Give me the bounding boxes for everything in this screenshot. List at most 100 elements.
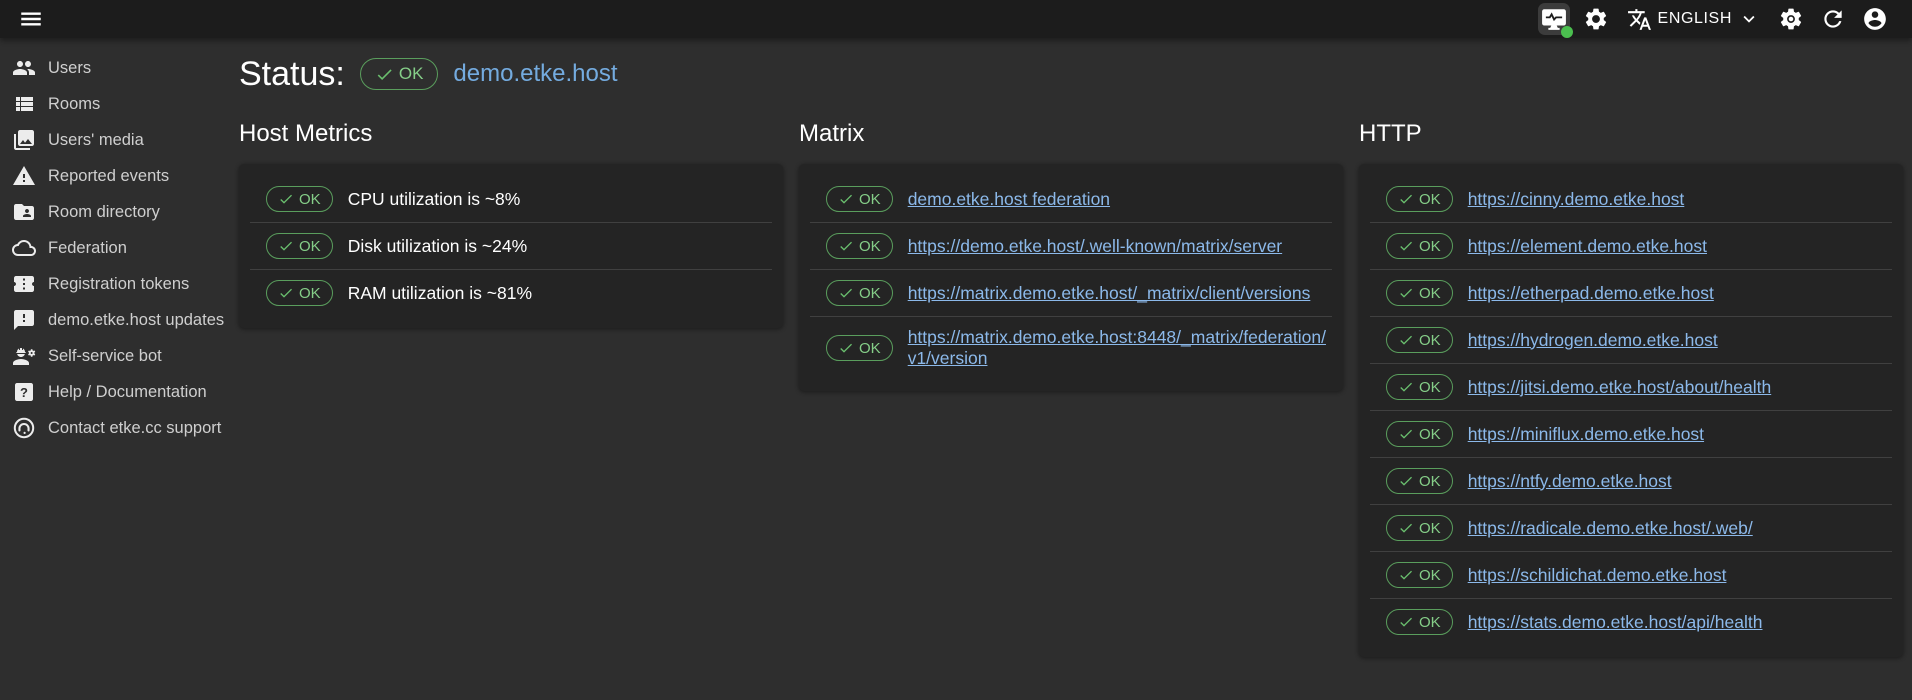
- help-icon: ?: [12, 380, 36, 404]
- check-icon: [1398, 379, 1414, 395]
- sidebar-item-label: Registration tokens: [48, 275, 189, 294]
- service-link[interactable]: https://stats.demo.etke.host/api/health: [1468, 612, 1763, 633]
- ok-chip: OK: [1386, 233, 1453, 259]
- sidebar-item-help-documentation[interactable]: ? Help / Documentation: [0, 374, 220, 410]
- status-row-item: OK https://ntfy.demo.etke.host: [1359, 458, 1903, 504]
- check-icon: [1398, 238, 1414, 254]
- ok-chip: OK: [1386, 327, 1453, 353]
- language-selector[interactable]: ENGLISH: [1625, 3, 1762, 35]
- ok-chip: OK: [826, 233, 893, 259]
- check-icon: [838, 238, 854, 254]
- status-ok-badge: OK: [360, 58, 439, 90]
- server-health-button[interactable]: [1538, 3, 1570, 35]
- sidebar-item-contact-etke-cc-support[interactable]: Contact etke.cc support: [0, 410, 220, 446]
- status-row-item: OK https://miniflux.demo.etke.host: [1359, 411, 1903, 457]
- status-host-link[interactable]: demo.etke.host: [453, 60, 617, 88]
- section-title: Matrix: [799, 120, 1343, 148]
- menu-icon: [18, 6, 44, 32]
- users-icon: [12, 56, 36, 80]
- check-icon: [1398, 473, 1414, 489]
- service-link[interactable]: https://matrix.demo.etke.host:8448/_matr…: [908, 327, 1326, 369]
- check-icon: [1398, 614, 1414, 630]
- main-content: Status: OK demo.etke.host Host Metrics O…: [220, 38, 1912, 700]
- check-icon: [1398, 332, 1414, 348]
- status-row-item: OK https://matrix.demo.etke.host:8448/_m…: [799, 317, 1343, 379]
- sidebar-item-registration-tokens[interactable]: Registration tokens: [0, 266, 220, 302]
- registration-tokens-icon: [12, 272, 36, 296]
- ok-chip-label: OK: [1419, 426, 1441, 443]
- status-row-item: OK https://element.demo.etke.host: [1359, 223, 1903, 269]
- refresh-button[interactable]: [1817, 3, 1849, 35]
- section-title: HTTP: [1359, 120, 1903, 148]
- ok-chip: OK: [1386, 280, 1453, 306]
- service-link[interactable]: https://schildichat.demo.etke.host: [1468, 565, 1727, 586]
- ok-chip: OK: [266, 280, 333, 306]
- gear-icon: [1583, 6, 1609, 32]
- ok-chip-label: OK: [1419, 614, 1441, 631]
- service-link[interactable]: https://matrix.demo.etke.host/_matrix/cl…: [908, 283, 1311, 304]
- sidebar-item-label: Contact etke.cc support: [48, 419, 221, 438]
- sidebar-item-label: Reported events: [48, 167, 169, 186]
- metric-text: RAM utilization is ~81%: [348, 283, 532, 304]
- ok-chip-label: OK: [1419, 567, 1441, 584]
- check-icon: [838, 285, 854, 301]
- sidebar-item-users-media[interactable]: Users' media: [0, 122, 220, 158]
- service-link[interactable]: https://demo.etke.host/.well-known/matri…: [908, 236, 1282, 257]
- contact-support-icon: [12, 416, 36, 440]
- service-link[interactable]: demo.etke.host federation: [908, 189, 1110, 210]
- service-link[interactable]: https://jitsi.demo.etke.host/about/healt…: [1468, 377, 1772, 398]
- service-link[interactable]: https://cinny.demo.etke.host: [1468, 189, 1685, 210]
- ok-chip: OK: [826, 335, 893, 361]
- status-row-item: OK Disk utilization is ~24%: [239, 223, 783, 269]
- layout: Users Rooms Users' media Reported events…: [0, 38, 1912, 700]
- status-row-item: OK https://etherpad.demo.etke.host: [1359, 270, 1903, 316]
- status-row-item: OK RAM utilization is ~81%: [239, 270, 783, 316]
- service-link[interactable]: https://element.demo.etke.host: [1468, 236, 1707, 257]
- check-icon: [1398, 191, 1414, 207]
- status-row-item: OK demo.etke.host federation: [799, 176, 1343, 222]
- section-host-metrics: Host Metrics OK CPU utilization is ~8% O…: [239, 120, 783, 657]
- sidebar-item-demo-etke-host-updates[interactable]: demo.etke.host updates: [0, 302, 220, 338]
- ok-chip: OK: [1386, 562, 1453, 588]
- app-bar: ENGLISH: [0, 0, 1912, 38]
- sidebar-item-label: Users' media: [48, 131, 144, 150]
- check-icon: [375, 65, 394, 84]
- sidebar-item-label: Self-service bot: [48, 347, 162, 366]
- sidebar: Users Rooms Users' media Reported events…: [0, 38, 220, 700]
- ok-chip-label: OK: [859, 238, 881, 255]
- rooms-icon: [12, 92, 36, 116]
- sidebar-item-room-directory[interactable]: Room directory: [0, 194, 220, 230]
- section-title: Host Metrics: [239, 120, 783, 148]
- service-link[interactable]: https://radicale.demo.etke.host/.web/: [1468, 518, 1753, 539]
- service-link[interactable]: https://etherpad.demo.etke.host: [1468, 283, 1714, 304]
- updates-icon: [12, 308, 36, 332]
- menu-button[interactable]: [15, 3, 47, 35]
- status-row-item: OK https://stats.demo.etke.host/api/heal…: [1359, 599, 1903, 645]
- sidebar-item-federation[interactable]: Federation: [0, 230, 220, 266]
- service-link[interactable]: https://hydrogen.demo.etke.host: [1468, 330, 1718, 351]
- sidebar-item-reported-events[interactable]: Reported events: [0, 158, 220, 194]
- ok-chip-label: OK: [859, 285, 881, 302]
- section-card: OK https://cinny.demo.etke.host OK https…: [1359, 164, 1903, 657]
- check-icon: [278, 285, 294, 301]
- sidebar-item-rooms[interactable]: Rooms: [0, 86, 220, 122]
- ok-chip-label: OK: [859, 340, 881, 357]
- ok-chip: OK: [1386, 374, 1453, 400]
- appbar-actions: ENGLISH: [1533, 3, 1896, 35]
- service-link[interactable]: https://ntfy.demo.etke.host: [1468, 471, 1672, 492]
- account-button[interactable]: [1859, 3, 1891, 35]
- check-icon: [1398, 520, 1414, 536]
- service-link[interactable]: https://miniflux.demo.etke.host: [1468, 424, 1704, 445]
- room-directory-icon: [12, 200, 36, 224]
- sidebar-item-users[interactable]: Users: [0, 50, 220, 86]
- metric-text: CPU utilization is ~8%: [348, 189, 521, 210]
- section-card: OK demo.etke.host federation OK https://…: [799, 164, 1343, 391]
- refresh-icon: [1820, 6, 1846, 32]
- status-row-item: OK https://cinny.demo.etke.host: [1359, 176, 1903, 222]
- settings-button[interactable]: [1580, 3, 1612, 35]
- status-row-item: OK https://demo.etke.host/.well-known/ma…: [799, 223, 1343, 269]
- theme-settings-button[interactable]: [1775, 3, 1807, 35]
- section-http: HTTP OK https://cinny.demo.etke.host OK …: [1359, 120, 1903, 657]
- svg-text:?: ?: [20, 385, 28, 400]
- sidebar-item-self-service-bot[interactable]: Self-service bot: [0, 338, 220, 374]
